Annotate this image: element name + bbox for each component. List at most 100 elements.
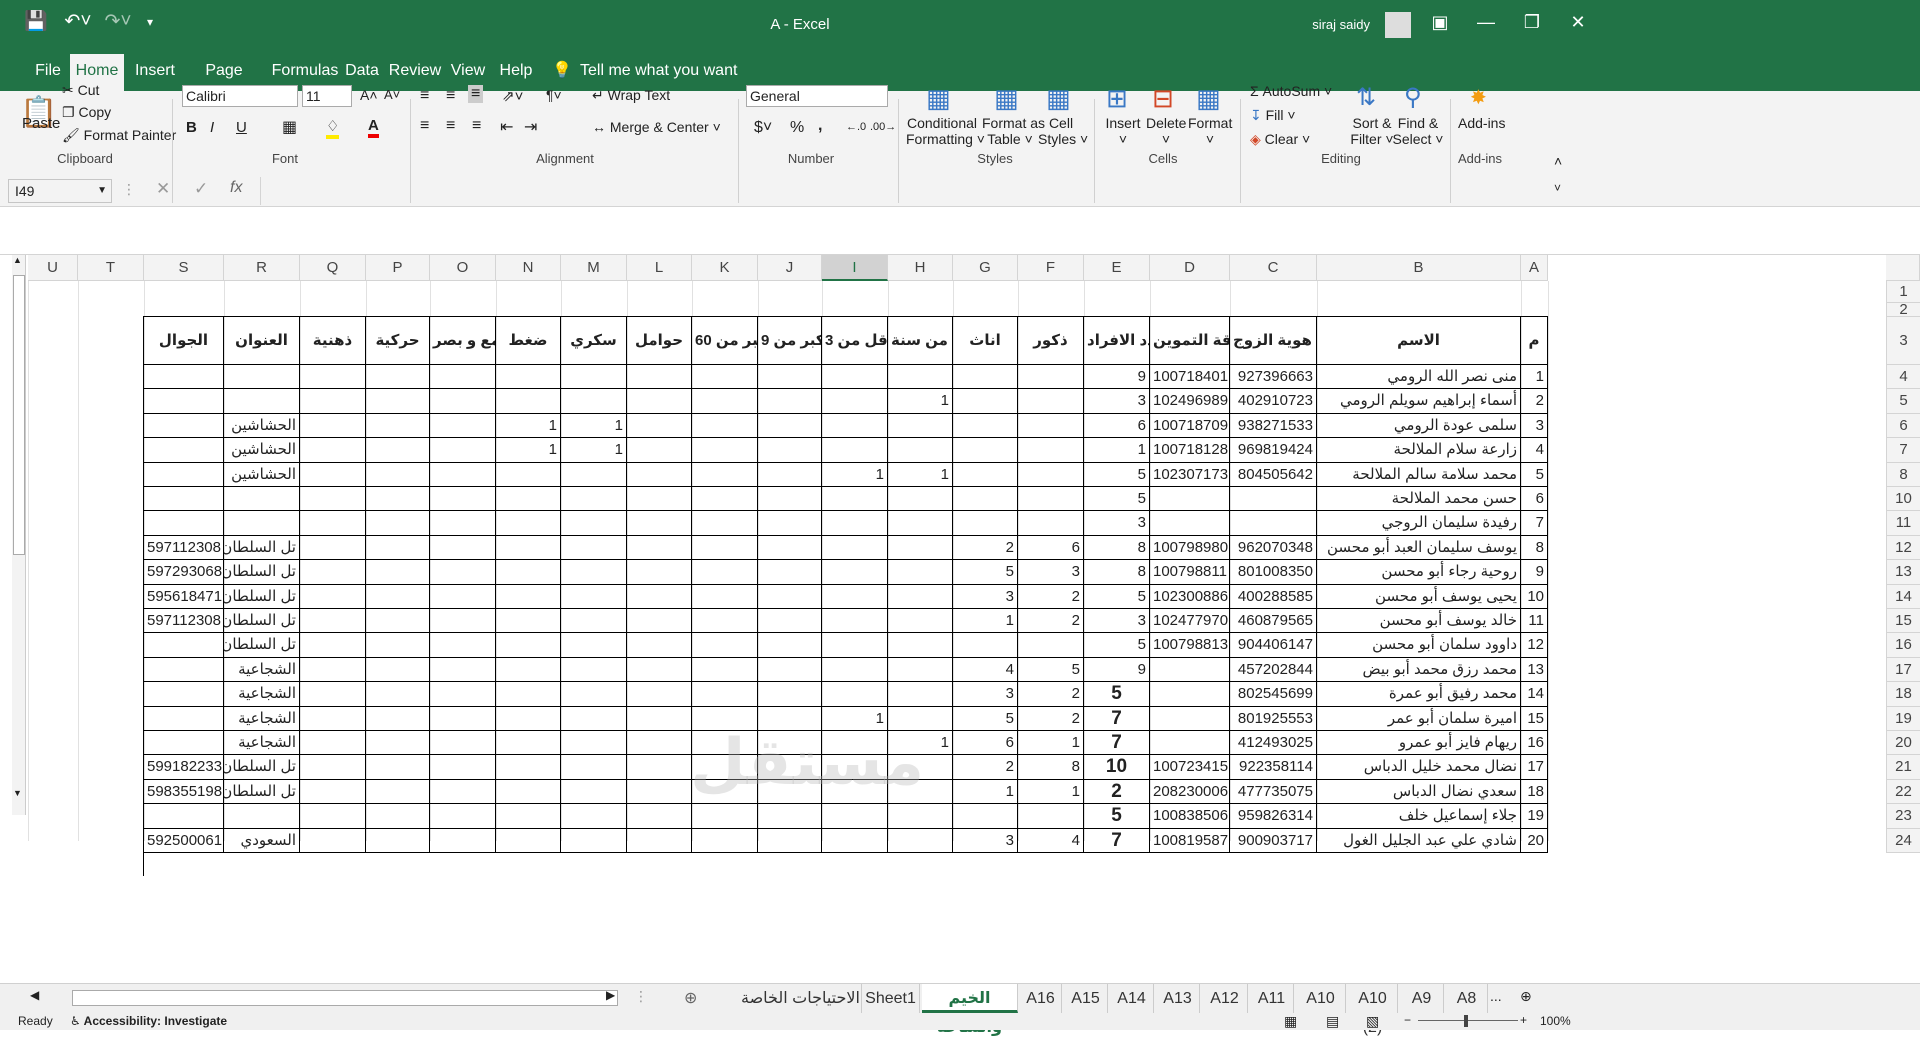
table-cell[interactable] — [496, 365, 561, 390]
column-header-o[interactable]: O — [430, 255, 496, 281]
table-cell[interactable] — [366, 365, 430, 390]
table-cell[interactable]: تل السلطان db — [224, 584, 300, 609]
table-cell[interactable] — [692, 511, 758, 536]
page-layout-view-icon[interactable]: ▤ — [1326, 1013, 1339, 1030]
table-cell[interactable] — [822, 828, 888, 853]
table-cell[interactable]: 8 — [1018, 755, 1084, 780]
table-cell[interactable] — [627, 389, 692, 414]
table-cell[interactable] — [561, 804, 627, 829]
column-header-e[interactable]: E — [1084, 255, 1150, 281]
table-cell[interactable]: 5 — [1084, 462, 1150, 487]
table-cell[interactable] — [430, 560, 496, 585]
table-cell[interactable] — [627, 609, 692, 634]
table-cell[interactable]: 11 — [1521, 609, 1548, 634]
insert-cells-button[interactable]: Insert ˅ — [1104, 115, 1142, 147]
table-cell[interactable]: 1 — [1018, 779, 1084, 805]
table-cell[interactable] — [224, 487, 300, 512]
table-cell[interactable]: 597293068 — [144, 560, 224, 585]
table-cell[interactable] — [627, 633, 692, 658]
table-cell[interactable]: 100718128 — [1150, 438, 1230, 463]
worksheet-grid[interactable]: ▲ ▼ U T S R Q P O N M L K J I H G F E D C B A 1 2 3 4 5 6 7 8 10 11 12 13 1… — [0, 255, 1920, 983]
minimize-icon[interactable]: — — [1462, 0, 1510, 44]
table-cell[interactable] — [1150, 657, 1230, 683]
table-cell[interactable] — [430, 389, 496, 414]
align-right-icon[interactable]: ≡ — [472, 117, 481, 135]
table-cell[interactable] — [224, 365, 300, 390]
bold-icon[interactable]: B — [186, 119, 197, 136]
table-cell[interactable] — [953, 804, 1018, 829]
sort-filter-icon[interactable]: ⇅ — [1356, 83, 1376, 112]
row-header-6[interactable]: 6 — [1886, 413, 1920, 439]
table-cell[interactable]: 102300886 — [1150, 584, 1230, 609]
table-cell[interactable]: 2 — [1018, 584, 1084, 609]
table-cell[interactable]: 595618471 — [144, 584, 224, 609]
table-cell[interactable] — [888, 560, 953, 585]
table-cell[interactable]: 102477970 — [1150, 609, 1230, 634]
table-cell[interactable] — [224, 389, 300, 414]
table-cell[interactable] — [627, 511, 692, 536]
table-cell[interactable]: 100718709 — [1150, 413, 1230, 439]
table-cell[interactable]: 5 — [1521, 462, 1548, 487]
table-cell[interactable] — [627, 560, 692, 585]
borders-icon[interactable]: ▦ — [282, 117, 297, 137]
table-cell[interactable] — [224, 804, 300, 829]
copy-button[interactable]: ❐ Copy — [62, 105, 111, 119]
table-cell[interactable] — [627, 535, 692, 561]
table-cell[interactable] — [144, 682, 224, 707]
name-cell[interactable]: يحيى يوسف أبو محسن — [1317, 584, 1521, 609]
table-cell[interactable] — [1018, 462, 1084, 487]
scroll-left-icon[interactable]: ◀ — [30, 988, 39, 1002]
fill-color-icon[interactable]: ♢ — [326, 117, 340, 139]
table-cell[interactable]: الشجاعية — [224, 706, 300, 731]
table-cell[interactable]: 7 — [1084, 731, 1150, 756]
table-cell[interactable]: 5 — [1084, 584, 1150, 609]
table-cell[interactable]: 3 — [1084, 609, 1150, 634]
table-cell[interactable]: 1 — [888, 389, 953, 414]
table-cell[interactable] — [300, 657, 366, 683]
table-cell[interactable]: 460879565 — [1230, 609, 1317, 634]
customize-qat-icon[interactable]: ▾ — [138, 10, 162, 34]
table-cell[interactable]: 100798811 — [1150, 560, 1230, 585]
table-cell[interactable] — [430, 413, 496, 439]
undo-icon[interactable]: ↶˅ — [58, 10, 98, 34]
table-header-cell[interactable]: رقم هوية الزوج — [1230, 317, 1317, 365]
table-cell[interactable]: 4 — [1018, 828, 1084, 853]
scroll-right-icon[interactable]: ▶ — [606, 988, 615, 1002]
table-header-cell[interactable]: حركية — [366, 317, 430, 365]
name-cell[interactable]: ريهام فايز أبو عمرو — [1317, 731, 1521, 756]
table-cell[interactable] — [496, 511, 561, 536]
row-header-13[interactable]: 13 — [1886, 560, 1920, 585]
save-icon[interactable]: 💾 — [24, 10, 48, 34]
table-cell[interactable] — [300, 487, 366, 512]
table-cell[interactable] — [430, 804, 496, 829]
table-cell[interactable] — [627, 755, 692, 780]
table-cell[interactable]: 10 — [1521, 584, 1548, 609]
table-cell[interactable] — [692, 804, 758, 829]
table-cell[interactable]: 16 — [1521, 731, 1548, 756]
add-sheet-icon[interactable]: ⊕ — [1520, 988, 1532, 1005]
table-cell[interactable] — [1230, 511, 1317, 536]
table-cell[interactable] — [692, 584, 758, 609]
table-cell[interactable] — [366, 584, 430, 609]
column-header-a[interactable]: A — [1521, 255, 1548, 281]
table-cell[interactable]: 8 — [1084, 560, 1150, 585]
expand-formula-icon[interactable]: ˅ — [1554, 181, 1561, 195]
row-header-14[interactable]: 14 — [1886, 584, 1920, 609]
table-cell[interactable]: 13 — [1521, 657, 1548, 683]
table-cell[interactable]: 208230006 — [1150, 779, 1230, 805]
table-cell[interactable] — [1150, 731, 1230, 756]
table-cell[interactable]: 959826314 — [1230, 804, 1317, 829]
row-header-24[interactable]: 24 — [1886, 828, 1920, 853]
table-cell[interactable] — [822, 804, 888, 829]
table-cell[interactable] — [561, 584, 627, 609]
table-cell[interactable]: 3 — [1521, 413, 1548, 439]
table-cell[interactable]: 9 — [1084, 657, 1150, 683]
row-header-19[interactable]: 19 — [1886, 706, 1920, 731]
table-cell[interactable]: الشجاعية — [224, 682, 300, 707]
table-cell[interactable] — [692, 389, 758, 414]
table-cell[interactable]: تل السلطان db — [224, 560, 300, 585]
table-cell[interactable] — [430, 535, 496, 561]
table-cell[interactable] — [953, 633, 1018, 658]
column-header-p[interactable]: P — [366, 255, 430, 281]
drag-handle-icon[interactable]: ⋮ — [122, 181, 136, 198]
